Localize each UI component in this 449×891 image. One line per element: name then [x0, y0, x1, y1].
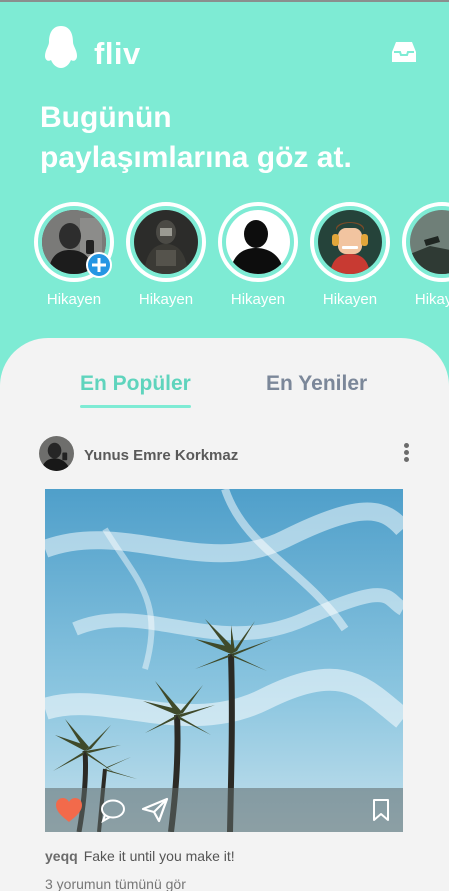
status-line	[0, 0, 449, 2]
plus-icon	[92, 258, 106, 272]
app-title: fliv	[94, 36, 141, 71]
story-label: Hikayen	[230, 291, 286, 308]
headline: Bugünün paylaşımlarına göz at.	[40, 98, 420, 178]
app-header: fliv	[40, 24, 421, 74]
post-caption: yeqq Fake it until you make it!	[45, 848, 235, 864]
post-action-bar	[45, 788, 403, 832]
story-ring	[402, 202, 449, 282]
heart-icon[interactable]	[55, 797, 83, 823]
story-item[interactable]: Hikayen	[34, 202, 114, 314]
story-label: Hikayen	[46, 291, 102, 308]
inbox-icon[interactable]	[391, 40, 417, 64]
send-icon[interactable]	[141, 797, 169, 823]
headline-line-1: Bugünün	[40, 101, 172, 134]
penguin-icon	[45, 26, 77, 68]
story-avatar	[134, 210, 198, 274]
post-author-name[interactable]: Yunus Emre Korkmaz	[84, 447, 238, 464]
story-ring	[126, 202, 206, 282]
story-item[interactable]: Hikayen	[402, 202, 449, 314]
caption-username[interactable]: yeqq	[45, 848, 78, 864]
tab-new[interactable]: En Yeniler	[266, 372, 367, 396]
comment-icon[interactable]	[99, 797, 127, 823]
tab-popular[interactable]: En Popüler	[80, 372, 191, 396]
palm-trees-image	[45, 489, 403, 832]
story-label: Hikayen	[322, 291, 378, 308]
story-item[interactable]: Hikayen	[126, 202, 206, 314]
story-label: Hikayen	[138, 291, 194, 308]
post-author-avatar[interactable]	[39, 436, 74, 471]
more-options-icon[interactable]	[398, 443, 414, 465]
story-label: Hikayen	[414, 291, 449, 308]
story-ring	[310, 202, 390, 282]
bookmark-icon[interactable]	[371, 797, 391, 823]
feed-sheet: En Popüler En Yeniler Yunus Emre Korkmaz	[0, 338, 449, 891]
story-avatar	[410, 210, 449, 274]
post-image[interactable]	[45, 489, 403, 832]
caption-text: Fake it until you make it!	[83, 848, 235, 864]
story-item[interactable]: Hikayen	[218, 202, 298, 314]
story-avatar	[226, 210, 290, 274]
headline-line-2: paylaşımlarına göz at.	[40, 141, 352, 174]
active-tab-indicator	[80, 405, 191, 408]
stories-row[interactable]: Hikayen Hikayen Hikayen Hikayen Hikay	[34, 202, 449, 314]
story-item[interactable]: Hikayen	[310, 202, 390, 314]
story-ring	[218, 202, 298, 282]
story-avatar	[318, 210, 382, 274]
view-comments-link[interactable]: 3 yorumun tümünü gör	[45, 876, 186, 891]
add-story-button[interactable]	[86, 252, 112, 278]
